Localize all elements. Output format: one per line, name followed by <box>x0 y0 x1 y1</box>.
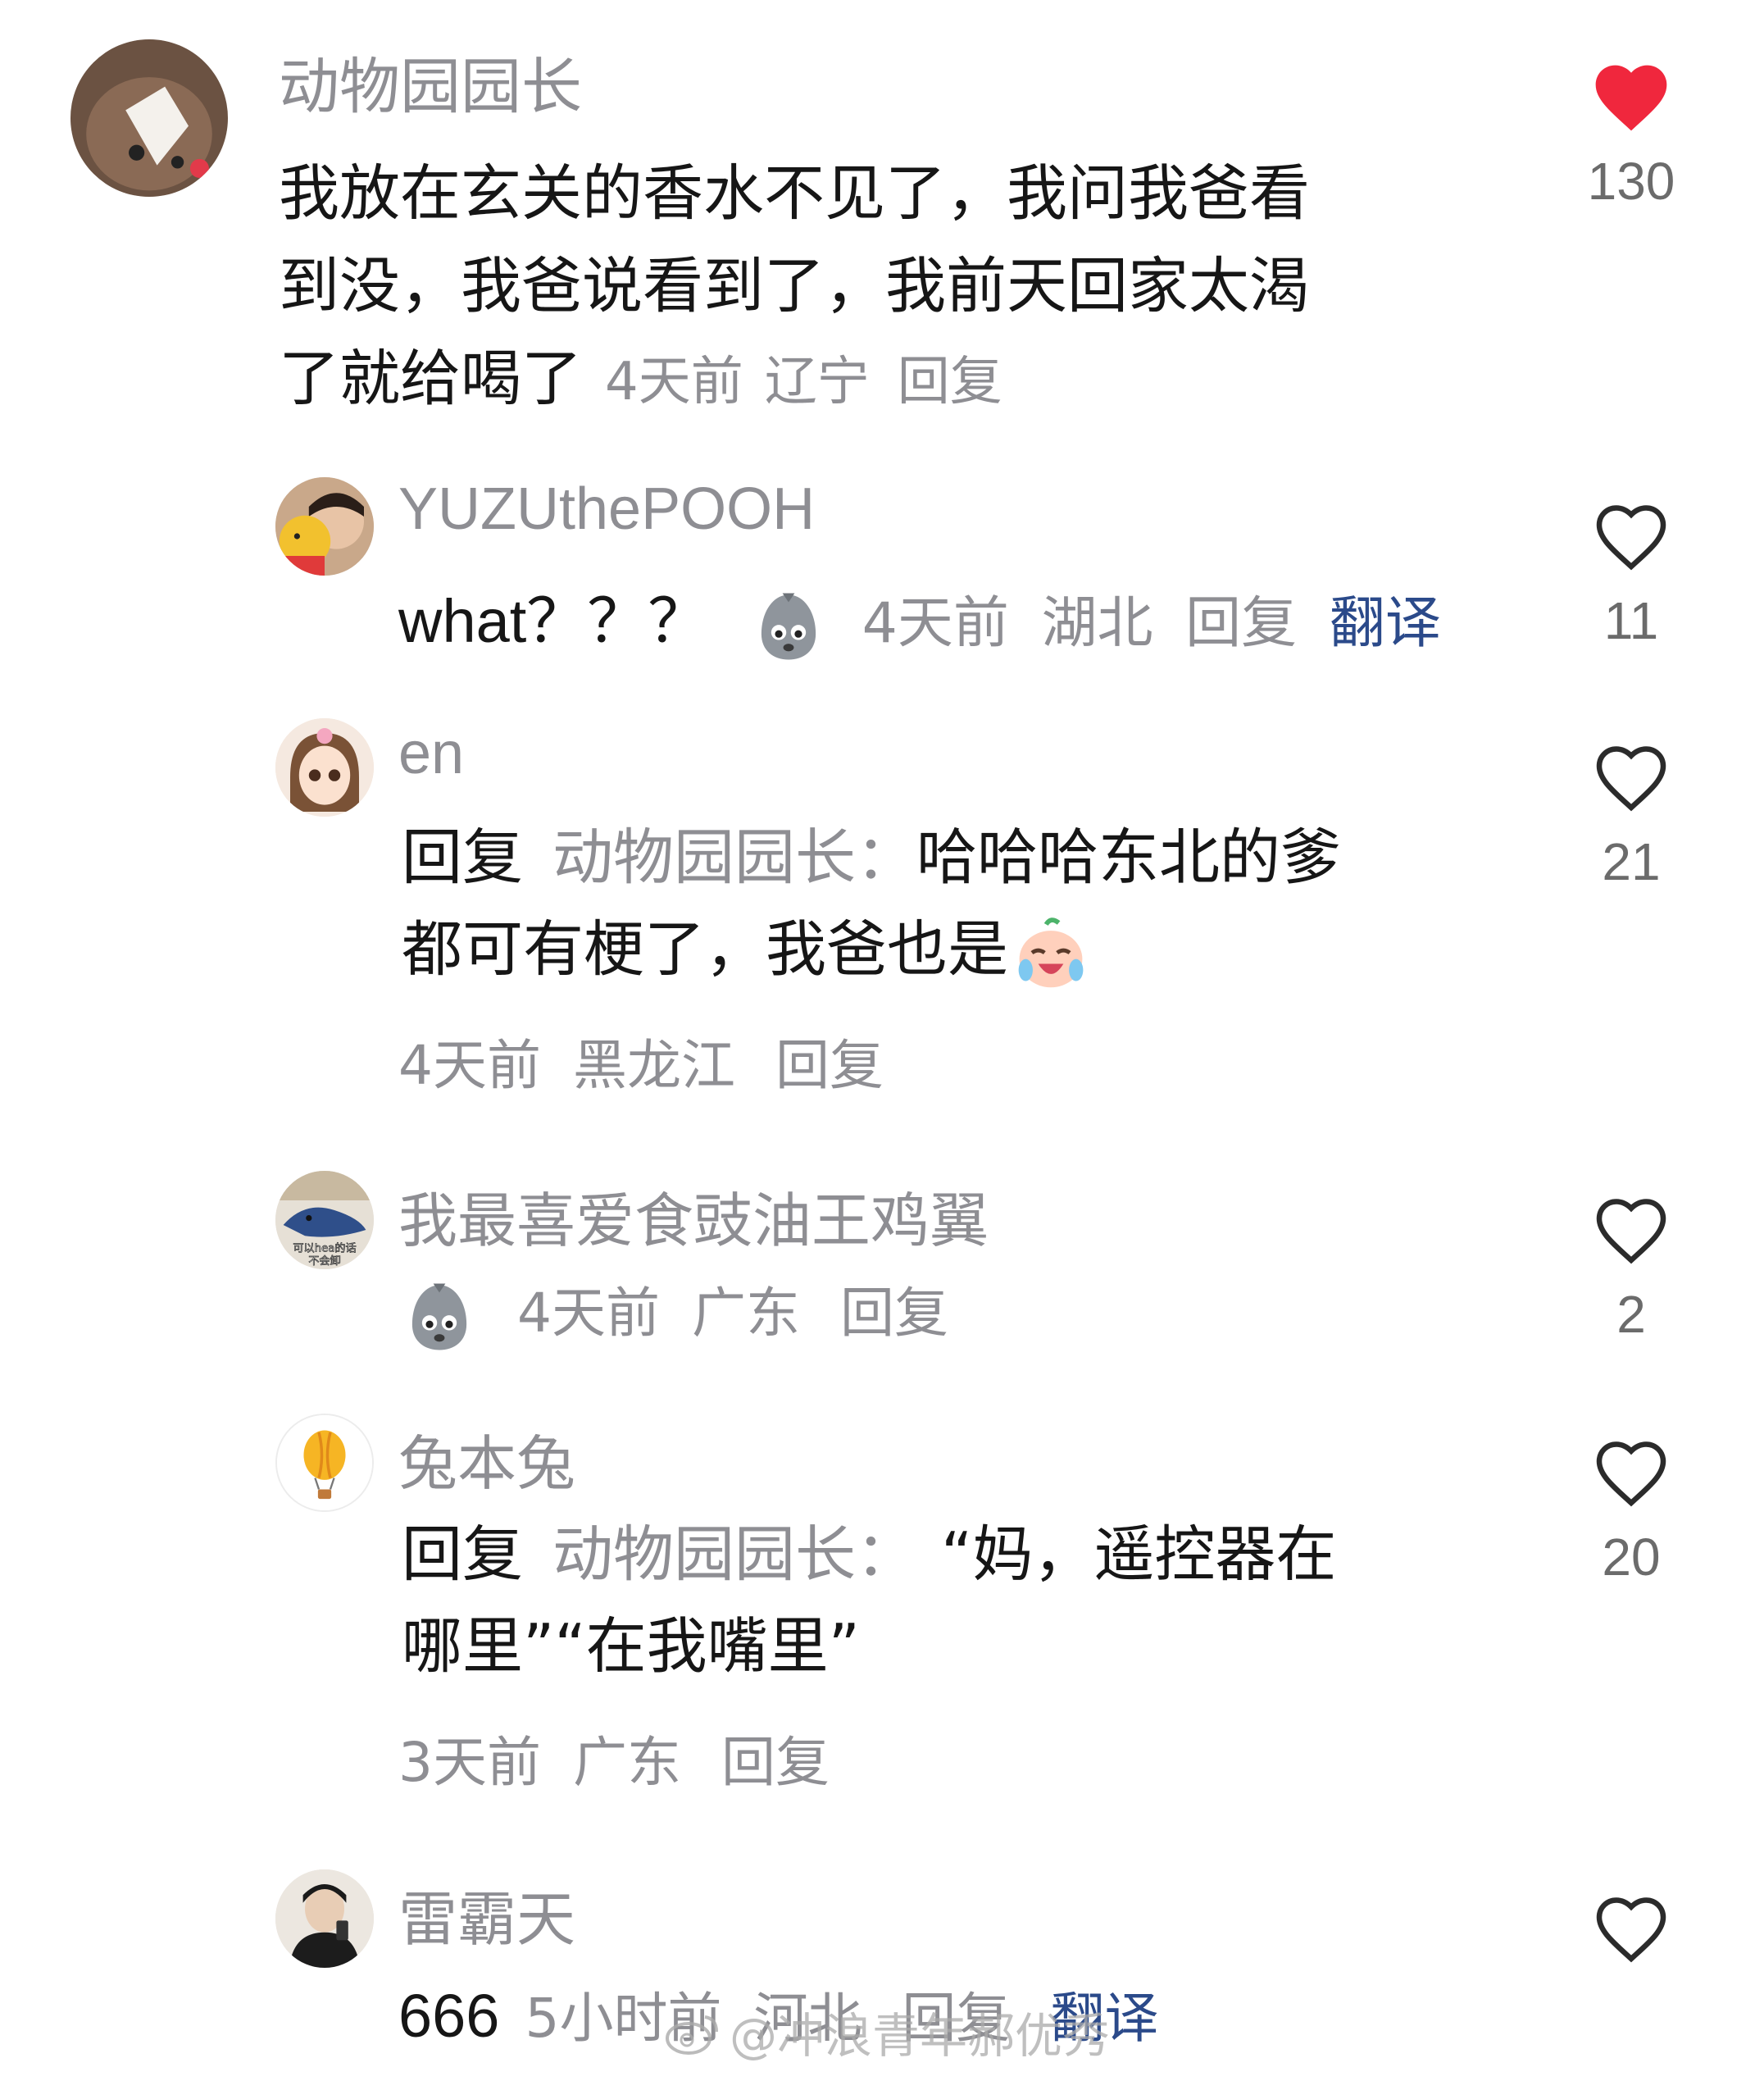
reply-button[interactable]: 回复 <box>721 1731 830 1794</box>
like-button[interactable] <box>1582 1886 1680 1983</box>
comment-line-text: 了就给喝了 <box>279 344 582 414</box>
comment-meta: 3天前 广东 回复 <box>398 1719 830 1797</box>
like-count: 21 <box>1602 832 1661 891</box>
watermark: @冲浪青年郝优秀 <box>664 1997 1110 2068</box>
heart-outline-icon <box>1596 746 1666 812</box>
crying-laughing-sticker-icon <box>1012 913 1090 992</box>
cat-avatar-image <box>70 39 228 197</box>
sticker-face-icon <box>751 589 826 664</box>
hot-air-balloon-avatar-image <box>277 1415 372 1510</box>
heart-filled-icon <box>1595 65 1667 131</box>
heart-outline-icon <box>1596 1199 1666 1264</box>
reply-button[interactable]: 回复 <box>1185 591 1297 656</box>
username[interactable]: 兔本兔 <box>398 1415 575 1501</box>
mention-username[interactable]: 动物园园长： <box>552 822 916 893</box>
like-count: 11 <box>1603 591 1659 650</box>
comment-text: 我放在玄关的香水不见了，我问我爸看 到没，我爸说看到了，我前天回家太渴 了就给喝… <box>279 148 1310 429</box>
comment-location: 黑龙江 <box>572 1034 735 1097</box>
like-button[interactable]: 130 <box>1582 54 1680 212</box>
reply-button[interactable]: 回复 <box>840 1282 948 1345</box>
comment-text: 666 <box>398 1982 500 2050</box>
username[interactable]: 动物园园长 <box>279 38 582 125</box>
like-count: 2 <box>1616 1285 1646 1344</box>
reply-button[interactable]: 回复 <box>775 1034 884 1097</box>
like-count: 130 <box>1587 152 1675 211</box>
comment-body: what？？？ 4天前 湖北 回复 翻译 <box>398 581 1441 665</box>
comment-line: 回复 动物园园长：哈哈哈东北的爹 <box>402 812 1341 904</box>
comment-location: 广东 <box>691 1282 800 1345</box>
avatar[interactable]: 可以hea的话 不会卸 <box>275 1171 374 1269</box>
comment-line-text: 哈哈哈东北的爹 <box>916 822 1341 893</box>
comment-line: 了就给喝了 4天前 辽宁 回复 <box>279 333 1310 429</box>
comment-line: 回复 动物园园长： “妈，遥控器在 <box>402 1509 1336 1600</box>
translate-button[interactable]: 翻译 <box>1330 591 1441 656</box>
comment-time: 3天前 <box>398 1731 541 1794</box>
comment-location: 辽宁 <box>764 352 870 412</box>
svg-text:可以hea的话: 可以hea的话 <box>293 1241 356 1254</box>
reply-prefix: 回复 <box>402 822 523 893</box>
anime-girl-avatar-image <box>275 718 374 817</box>
comment-line: 我放在玄关的香水不见了，我问我爸看 <box>279 158 1310 229</box>
reply-button[interactable]: 回复 <box>898 352 1002 412</box>
like-button[interactable]: 11 <box>1582 494 1680 651</box>
comment-location: 湖北 <box>1041 591 1153 656</box>
comment-time: 4天前 <box>605 352 743 412</box>
username[interactable]: 雷霸天 <box>398 1871 575 1957</box>
sticker-face-icon <box>402 1279 477 1355</box>
comment-line-text: “妈，遥控器在 <box>941 1519 1337 1590</box>
weibo-logo-icon <box>664 2010 721 2068</box>
comment-line-text: 都可有梗了，我爸也是 <box>402 914 1008 985</box>
comment-time: 4天前 <box>862 591 1009 656</box>
comment-line: 都可有梗了，我爸也是 <box>402 904 1341 995</box>
watermark-text: @冲浪青年郝优秀 <box>730 2008 1111 2064</box>
username[interactable]: en <box>398 720 464 787</box>
like-button[interactable]: 20 <box>1582 1430 1680 1587</box>
comment-location: 广东 <box>572 1731 681 1794</box>
heart-outline-icon <box>1596 1897 1666 1963</box>
comment-text: what？？？ <box>398 587 709 655</box>
like-button[interactable]: 21 <box>1582 735 1680 892</box>
like-button[interactable]: 2 <box>1582 1187 1680 1345</box>
man-with-phone-avatar-image <box>275 1869 374 1968</box>
avatar[interactable] <box>275 1414 374 1512</box>
seal-plush-avatar-image: 可以hea的话 不会卸 <box>275 1171 374 1269</box>
mention-username[interactable]: 动物园园长： <box>552 1519 916 1590</box>
svg-text:不会卸: 不会卸 <box>308 1254 341 1268</box>
avatar[interactable] <box>275 1869 374 1968</box>
reply-prefix: 回复 <box>402 1519 523 1590</box>
comment-time: 4天前 <box>398 1034 541 1097</box>
person-with-plush-avatar-image <box>275 477 374 576</box>
heart-outline-icon <box>1596 505 1666 571</box>
comment-text: 回复 动物园园长：哈哈哈东北的爹 都可有梗了，我爸也是 <box>402 812 1341 995</box>
comment-time: 4天前 <box>516 1282 660 1345</box>
avatar[interactable] <box>275 718 374 817</box>
avatar[interactable] <box>275 477 374 576</box>
avatar[interactable] <box>70 39 228 197</box>
comment-text: 回复 动物园园长： “妈，遥控器在 哪里”“在我嘴里” <box>402 1509 1336 1692</box>
username[interactable]: YUZUthePOOH <box>398 476 815 543</box>
comment-meta: 4天前 黑龙江 回复 <box>398 1022 884 1100</box>
like-count: 20 <box>1602 1528 1661 1587</box>
username[interactable]: 我最喜爱食豉油王鸡翼 <box>398 1172 989 1259</box>
heart-outline-icon <box>1596 1441 1666 1507</box>
comment-line: 哪里”“在我嘴里” <box>402 1611 861 1682</box>
comment-line: 到没，我爸说看到了，我前天回家太渴 <box>279 251 1310 321</box>
comment-body: 4天前 广东 回复 <box>402 1273 948 1355</box>
